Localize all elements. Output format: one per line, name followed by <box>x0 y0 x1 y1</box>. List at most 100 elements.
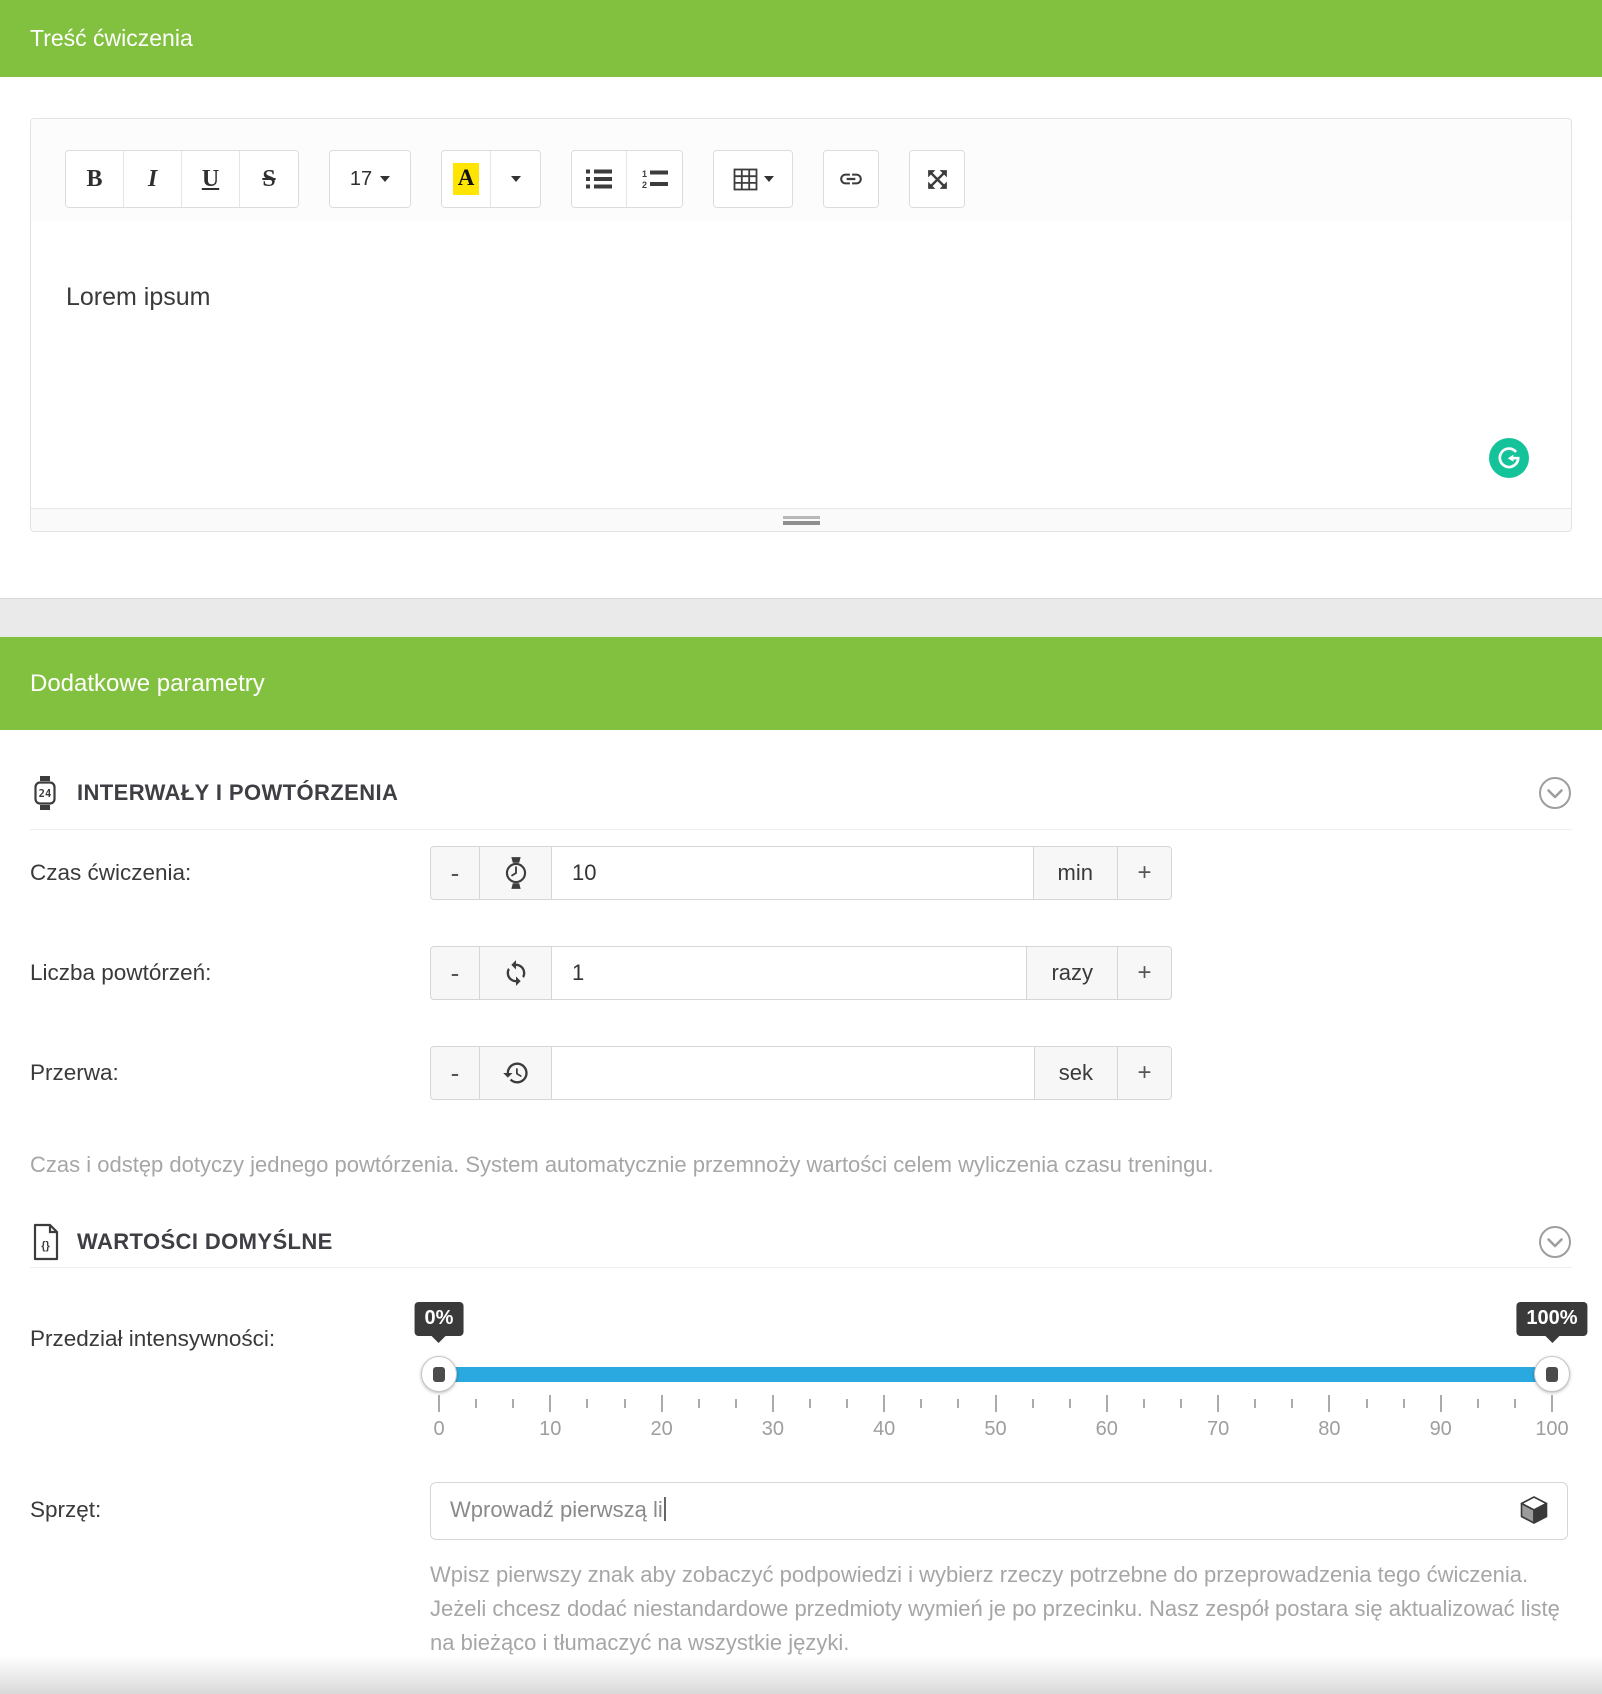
slider-tick-minor <box>1291 1399 1293 1408</box>
defaults-header-label: WARTOŚCI DOMYŚLNE <box>77 1229 333 1255</box>
slider-tick-label: 50 <box>984 1418 1006 1441</box>
slider-tick-major <box>661 1395 663 1412</box>
italic-button[interactable]: I <box>124 151 182 207</box>
caret-down-icon <box>511 176 521 182</box>
wristwatch-icon <box>480 846 552 900</box>
insert-table-button[interactable] <box>714 151 792 207</box>
exercise-time-field <box>552 846 1034 900</box>
exercise-time-label: Czas ćwiczenia: <box>30 860 430 886</box>
slider-fill <box>439 1367 1552 1382</box>
slider-tick-minor <box>1403 1399 1405 1408</box>
slider-tick-minor <box>586 1399 588 1408</box>
slider-tick-label: 90 <box>1430 1418 1452 1441</box>
decrement-button[interactable]: - <box>430 846 480 900</box>
svg-text:1: 1 <box>642 169 647 179</box>
break-field <box>552 1046 1035 1100</box>
font-size-group: 17 <box>329 150 411 208</box>
insert-link-button[interactable] <box>824 151 878 207</box>
slider-tick-minor <box>1143 1399 1145 1408</box>
slider-tick-major <box>772 1395 774 1412</box>
slider-tick-major <box>1217 1395 1219 1412</box>
defaults-collapsible-header[interactable]: {} WARTOŚCI DOMYŚLNE <box>30 1216 1572 1268</box>
slider-to-handle[interactable] <box>1534 1356 1570 1392</box>
strikethrough-button[interactable]: S <box>240 151 298 207</box>
slider-tick-minor <box>512 1399 514 1408</box>
slider-from-tooltip: 0% <box>415 1302 464 1336</box>
exercise-time-unit: min <box>1034 846 1118 900</box>
link-icon <box>838 166 864 192</box>
slider-tick-minor <box>1069 1399 1071 1408</box>
font-size-button[interactable]: 17 <box>330 151 410 207</box>
decrement-button[interactable]: - <box>430 946 480 1000</box>
bold-button[interactable]: B <box>66 151 124 207</box>
slider-tick-label: 100 <box>1535 1418 1568 1441</box>
slider-tick-minor <box>475 1399 477 1408</box>
increment-button[interactable]: + <box>1118 946 1172 1000</box>
slider-tick-minor <box>735 1399 737 1408</box>
break-stepper: - sek + <box>430 1046 1172 1100</box>
underline-button[interactable]: U <box>182 151 240 207</box>
increment-button[interactable]: + <box>1118 846 1172 900</box>
repetitions-unit: razy <box>1027 946 1118 1000</box>
editor-text: Lorem ipsum <box>66 283 1536 312</box>
editor-toolbar: B I U S 17 A <box>31 119 1571 221</box>
svg-text:2: 2 <box>642 180 647 190</box>
chevron-down-icon[interactable] <box>1538 1225 1572 1259</box>
font-color-button[interactable]: A <box>442 151 491 207</box>
repetitions-label: Liczba powtórzeń: <box>30 960 430 986</box>
sync-icon <box>480 946 552 1000</box>
font-color-dropdown-button[interactable] <box>491 151 540 207</box>
repetitions-row: Liczba powtórzeń: - razy + <box>30 946 1572 1000</box>
slider-tick-minor <box>846 1399 848 1408</box>
font-color-group: A <box>441 150 541 208</box>
exercise-time-input[interactable] <box>552 847 1033 899</box>
slider-tick-major <box>995 1395 997 1412</box>
slider-ticks <box>439 1395 1552 1415</box>
break-row: Przerwa: - sek + <box>30 1046 1572 1100</box>
grammarly-icon[interactable] <box>1489 438 1529 478</box>
fullscreen-button[interactable] <box>910 151 964 207</box>
equipment-input[interactable] <box>430 1482 1568 1540</box>
slider-tick-minor <box>957 1399 959 1408</box>
break-label: Przerwa: <box>30 1060 430 1086</box>
slider-tick-major <box>1551 1395 1553 1412</box>
caret-down-icon <box>380 176 390 182</box>
slider-from-handle[interactable] <box>421 1356 457 1392</box>
break-input[interactable] <box>552 1047 1034 1099</box>
repetitions-stepper: - razy + <box>430 946 1172 1000</box>
decrement-button[interactable]: - <box>430 1046 480 1100</box>
intervals-collapsible-header[interactable]: 24 INTERWAŁY I POWTÓRZENIA <box>30 756 1572 830</box>
caret-down-icon <box>764 176 774 182</box>
slider-tick-minor <box>1477 1399 1479 1408</box>
repetitions-input[interactable] <box>552 947 1026 999</box>
slider-tick-label: 40 <box>873 1418 895 1441</box>
slider-tick-minor <box>809 1399 811 1408</box>
slider-tick-label: 30 <box>762 1418 784 1441</box>
ordered-list-button[interactable]: 1 2 <box>627 151 682 207</box>
intervals-help-text: Czas i odstęp dotyczy jednego powtórzeni… <box>30 1150 1572 1180</box>
editor-content-area[interactable]: Lorem ipsum <box>31 221 1571 508</box>
equipment-help-text: Wpisz pierwszy znak aby zobaczyć podpowi… <box>430 1558 1575 1660</box>
slider-tick-label: 70 <box>1207 1418 1229 1441</box>
font-size-value: 17 <box>350 168 372 191</box>
editor-resize-handle[interactable] <box>31 508 1571 531</box>
exercise-time-stepper: - min + <box>430 846 1172 900</box>
slider-tick-minor <box>1514 1399 1516 1408</box>
increment-button[interactable]: + <box>1118 1046 1172 1100</box>
cube-icon <box>1518 1494 1550 1526</box>
chevron-down-icon[interactable] <box>1538 776 1572 810</box>
svg-text:24: 24 <box>39 788 52 800</box>
unordered-list-button[interactable] <box>572 151 627 207</box>
svg-text:{}: {} <box>41 1240 50 1252</box>
content-section-title: Treść ćwiczenia <box>30 25 193 52</box>
equipment-row: Sprzęt: Wprowadź pierwszą li <box>30 1482 1572 1540</box>
slider-tick-minor <box>1032 1399 1034 1408</box>
rich-text-editor: B I U S 17 A <box>30 118 1572 532</box>
intensity-range-slider: 0% 100% 0102030405060708090100 <box>439 1300 1552 1450</box>
content-section-header: Treść ćwiczenia <box>0 0 1602 77</box>
link-group <box>823 150 879 208</box>
params-section-title: Dodatkowe parametry <box>30 670 265 698</box>
slider-tick-label: 20 <box>650 1418 672 1441</box>
slider-tick-minor <box>1180 1399 1182 1408</box>
handle-dot <box>433 1367 445 1382</box>
